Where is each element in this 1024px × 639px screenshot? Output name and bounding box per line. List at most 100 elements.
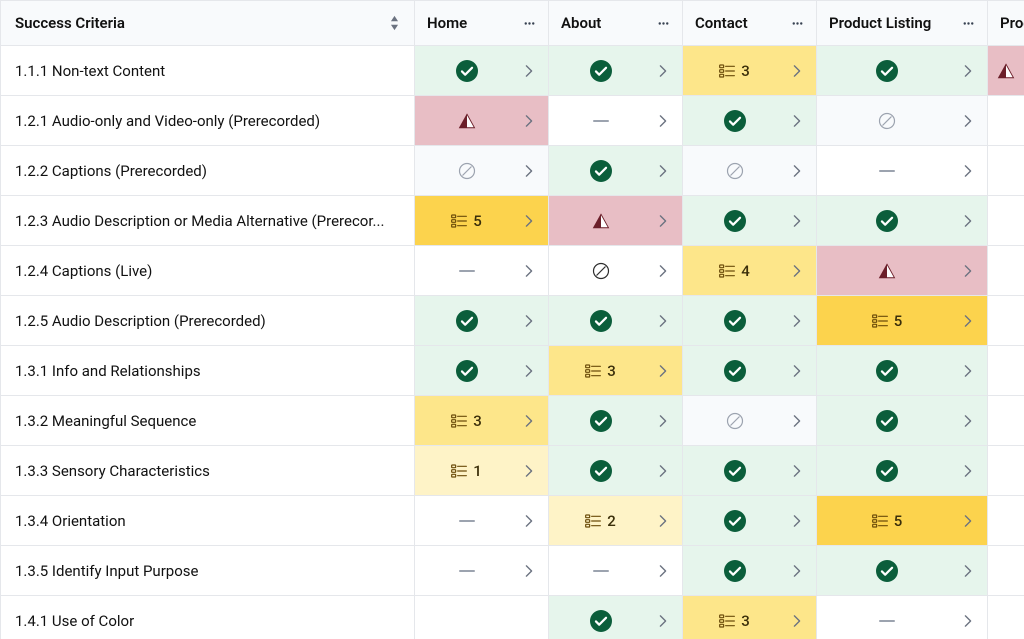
chevron-right-icon[interactable] bbox=[786, 365, 808, 377]
status-cell[interactable] bbox=[549, 446, 683, 496]
criteria-row[interactable]: 1.2.5 Audio Description (Prerecorded) bbox=[1, 296, 415, 346]
status-cell[interactable] bbox=[415, 46, 549, 96]
status-cell[interactable] bbox=[817, 446, 988, 496]
status-cell[interactable]: 5 bbox=[817, 496, 988, 546]
chevron-right-icon[interactable] bbox=[652, 265, 674, 277]
status-cell[interactable] bbox=[817, 546, 988, 596]
chevron-right-icon[interactable] bbox=[786, 565, 808, 577]
chevron-right-icon[interactable] bbox=[957, 515, 979, 527]
status-cell[interactable] bbox=[683, 96, 817, 146]
criteria-row[interactable]: 1.3.1 Info and Relationships bbox=[1, 346, 415, 396]
status-cell[interactable]: 4 bbox=[683, 246, 817, 296]
status-cell[interactable] bbox=[988, 296, 1024, 346]
status-cell[interactable] bbox=[988, 496, 1024, 546]
criteria-row[interactable]: 1.3.4 Orientation bbox=[1, 496, 415, 546]
criteria-row[interactable]: 1.2.2 Captions (Prerecorded) bbox=[1, 146, 415, 196]
chevron-right-icon[interactable] bbox=[957, 265, 979, 277]
status-cell[interactable] bbox=[817, 146, 988, 196]
criteria-row[interactable]: 1.2.4 Captions (Live) bbox=[1, 246, 415, 296]
chevron-right-icon[interactable] bbox=[786, 465, 808, 477]
chevron-right-icon[interactable] bbox=[786, 115, 808, 127]
chevron-right-icon[interactable] bbox=[518, 165, 540, 177]
status-cell[interactable] bbox=[817, 346, 988, 396]
chevron-right-icon[interactable] bbox=[652, 415, 674, 427]
status-cell[interactable] bbox=[415, 346, 549, 396]
criteria-row[interactable]: 1.1.1 Non-text Content bbox=[1, 46, 415, 96]
status-cell[interactable] bbox=[415, 96, 549, 146]
status-cell[interactable] bbox=[683, 296, 817, 346]
status-cell[interactable]: 3 bbox=[683, 596, 817, 639]
status-cell[interactable] bbox=[683, 346, 817, 396]
chevron-right-icon[interactable] bbox=[518, 65, 540, 77]
chevron-right-icon[interactable] bbox=[652, 115, 674, 127]
status-cell[interactable] bbox=[549, 96, 683, 146]
status-cell[interactable] bbox=[683, 446, 817, 496]
column-header[interactable]: About bbox=[549, 1, 683, 46]
chevron-right-icon[interactable] bbox=[652, 165, 674, 177]
status-cell[interactable] bbox=[549, 146, 683, 196]
chevron-right-icon[interactable] bbox=[652, 365, 674, 377]
status-cell[interactable] bbox=[683, 546, 817, 596]
chevron-right-icon[interactable] bbox=[957, 565, 979, 577]
status-cell[interactable]: 1 bbox=[415, 446, 549, 496]
status-cell[interactable] bbox=[549, 546, 683, 596]
chevron-right-icon[interactable] bbox=[652, 215, 674, 227]
status-cell[interactable] bbox=[988, 596, 1024, 639]
status-cell[interactable]: 5 bbox=[415, 196, 549, 246]
chevron-right-icon[interactable] bbox=[957, 65, 979, 77]
criteria-row[interactable]: 1.2.1 Audio-only and Video-only (Prereco… bbox=[1, 96, 415, 146]
chevron-right-icon[interactable] bbox=[518, 215, 540, 227]
status-cell[interactable] bbox=[817, 246, 988, 296]
chevron-right-icon[interactable] bbox=[652, 315, 674, 327]
status-cell[interactable] bbox=[549, 596, 683, 639]
status-cell[interactable]: 5 bbox=[817, 296, 988, 346]
chevron-right-icon[interactable] bbox=[957, 165, 979, 177]
status-cell[interactable] bbox=[683, 196, 817, 246]
status-cell[interactable] bbox=[549, 396, 683, 446]
chevron-right-icon[interactable] bbox=[957, 315, 979, 327]
status-cell[interactable]: 3 bbox=[683, 46, 817, 96]
chevron-right-icon[interactable] bbox=[957, 365, 979, 377]
status-cell[interactable] bbox=[549, 246, 683, 296]
status-cell[interactable] bbox=[988, 146, 1024, 196]
chevron-right-icon[interactable] bbox=[786, 65, 808, 77]
status-cell[interactable] bbox=[988, 446, 1024, 496]
chevron-right-icon[interactable] bbox=[518, 365, 540, 377]
status-cell[interactable]: 2 bbox=[549, 496, 683, 546]
chevron-right-icon[interactable] bbox=[518, 515, 540, 527]
criteria-row[interactable]: 1.2.3 Audio Description or Media Alterna… bbox=[1, 196, 415, 246]
chevron-right-icon[interactable] bbox=[957, 115, 979, 127]
chevron-right-icon[interactable] bbox=[786, 315, 808, 327]
chevron-right-icon[interactable] bbox=[786, 265, 808, 277]
chevron-right-icon[interactable] bbox=[786, 615, 808, 627]
status-cell[interactable] bbox=[549, 296, 683, 346]
chevron-right-icon[interactable] bbox=[518, 115, 540, 127]
chevron-right-icon[interactable] bbox=[786, 415, 808, 427]
status-cell[interactable] bbox=[549, 46, 683, 96]
chevron-right-icon[interactable] bbox=[957, 215, 979, 227]
criteria-row[interactable]: 1.4.1 Use of Color bbox=[1, 596, 415, 639]
more-icon[interactable] bbox=[791, 22, 804, 25]
chevron-right-icon[interactable] bbox=[786, 215, 808, 227]
chevron-right-icon[interactable] bbox=[786, 165, 808, 177]
status-cell[interactable] bbox=[988, 96, 1024, 146]
chevron-right-icon[interactable] bbox=[652, 515, 674, 527]
criteria-row[interactable]: 1.3.5 Identify Input Purpose bbox=[1, 546, 415, 596]
status-cell[interactable] bbox=[988, 546, 1024, 596]
more-icon[interactable] bbox=[962, 22, 975, 25]
criteria-row[interactable]: 1.3.3 Sensory Characteristics bbox=[1, 446, 415, 496]
criteria-row[interactable]: 1.3.2 Meaningful Sequence bbox=[1, 396, 415, 446]
status-cell[interactable] bbox=[988, 246, 1024, 296]
chevron-right-icon[interactable] bbox=[786, 515, 808, 527]
status-cell[interactable] bbox=[415, 246, 549, 296]
status-cell[interactable] bbox=[683, 146, 817, 196]
column-header[interactable]: Produ bbox=[988, 1, 1024, 46]
status-cell[interactable] bbox=[817, 46, 988, 96]
chevron-right-icon[interactable] bbox=[518, 465, 540, 477]
chevron-right-icon[interactable] bbox=[957, 465, 979, 477]
status-cell[interactable] bbox=[415, 496, 549, 546]
chevron-right-icon[interactable] bbox=[518, 565, 540, 577]
chevron-right-icon[interactable] bbox=[652, 465, 674, 477]
column-header[interactable]: Contact bbox=[683, 1, 817, 46]
status-cell[interactable] bbox=[683, 496, 817, 546]
